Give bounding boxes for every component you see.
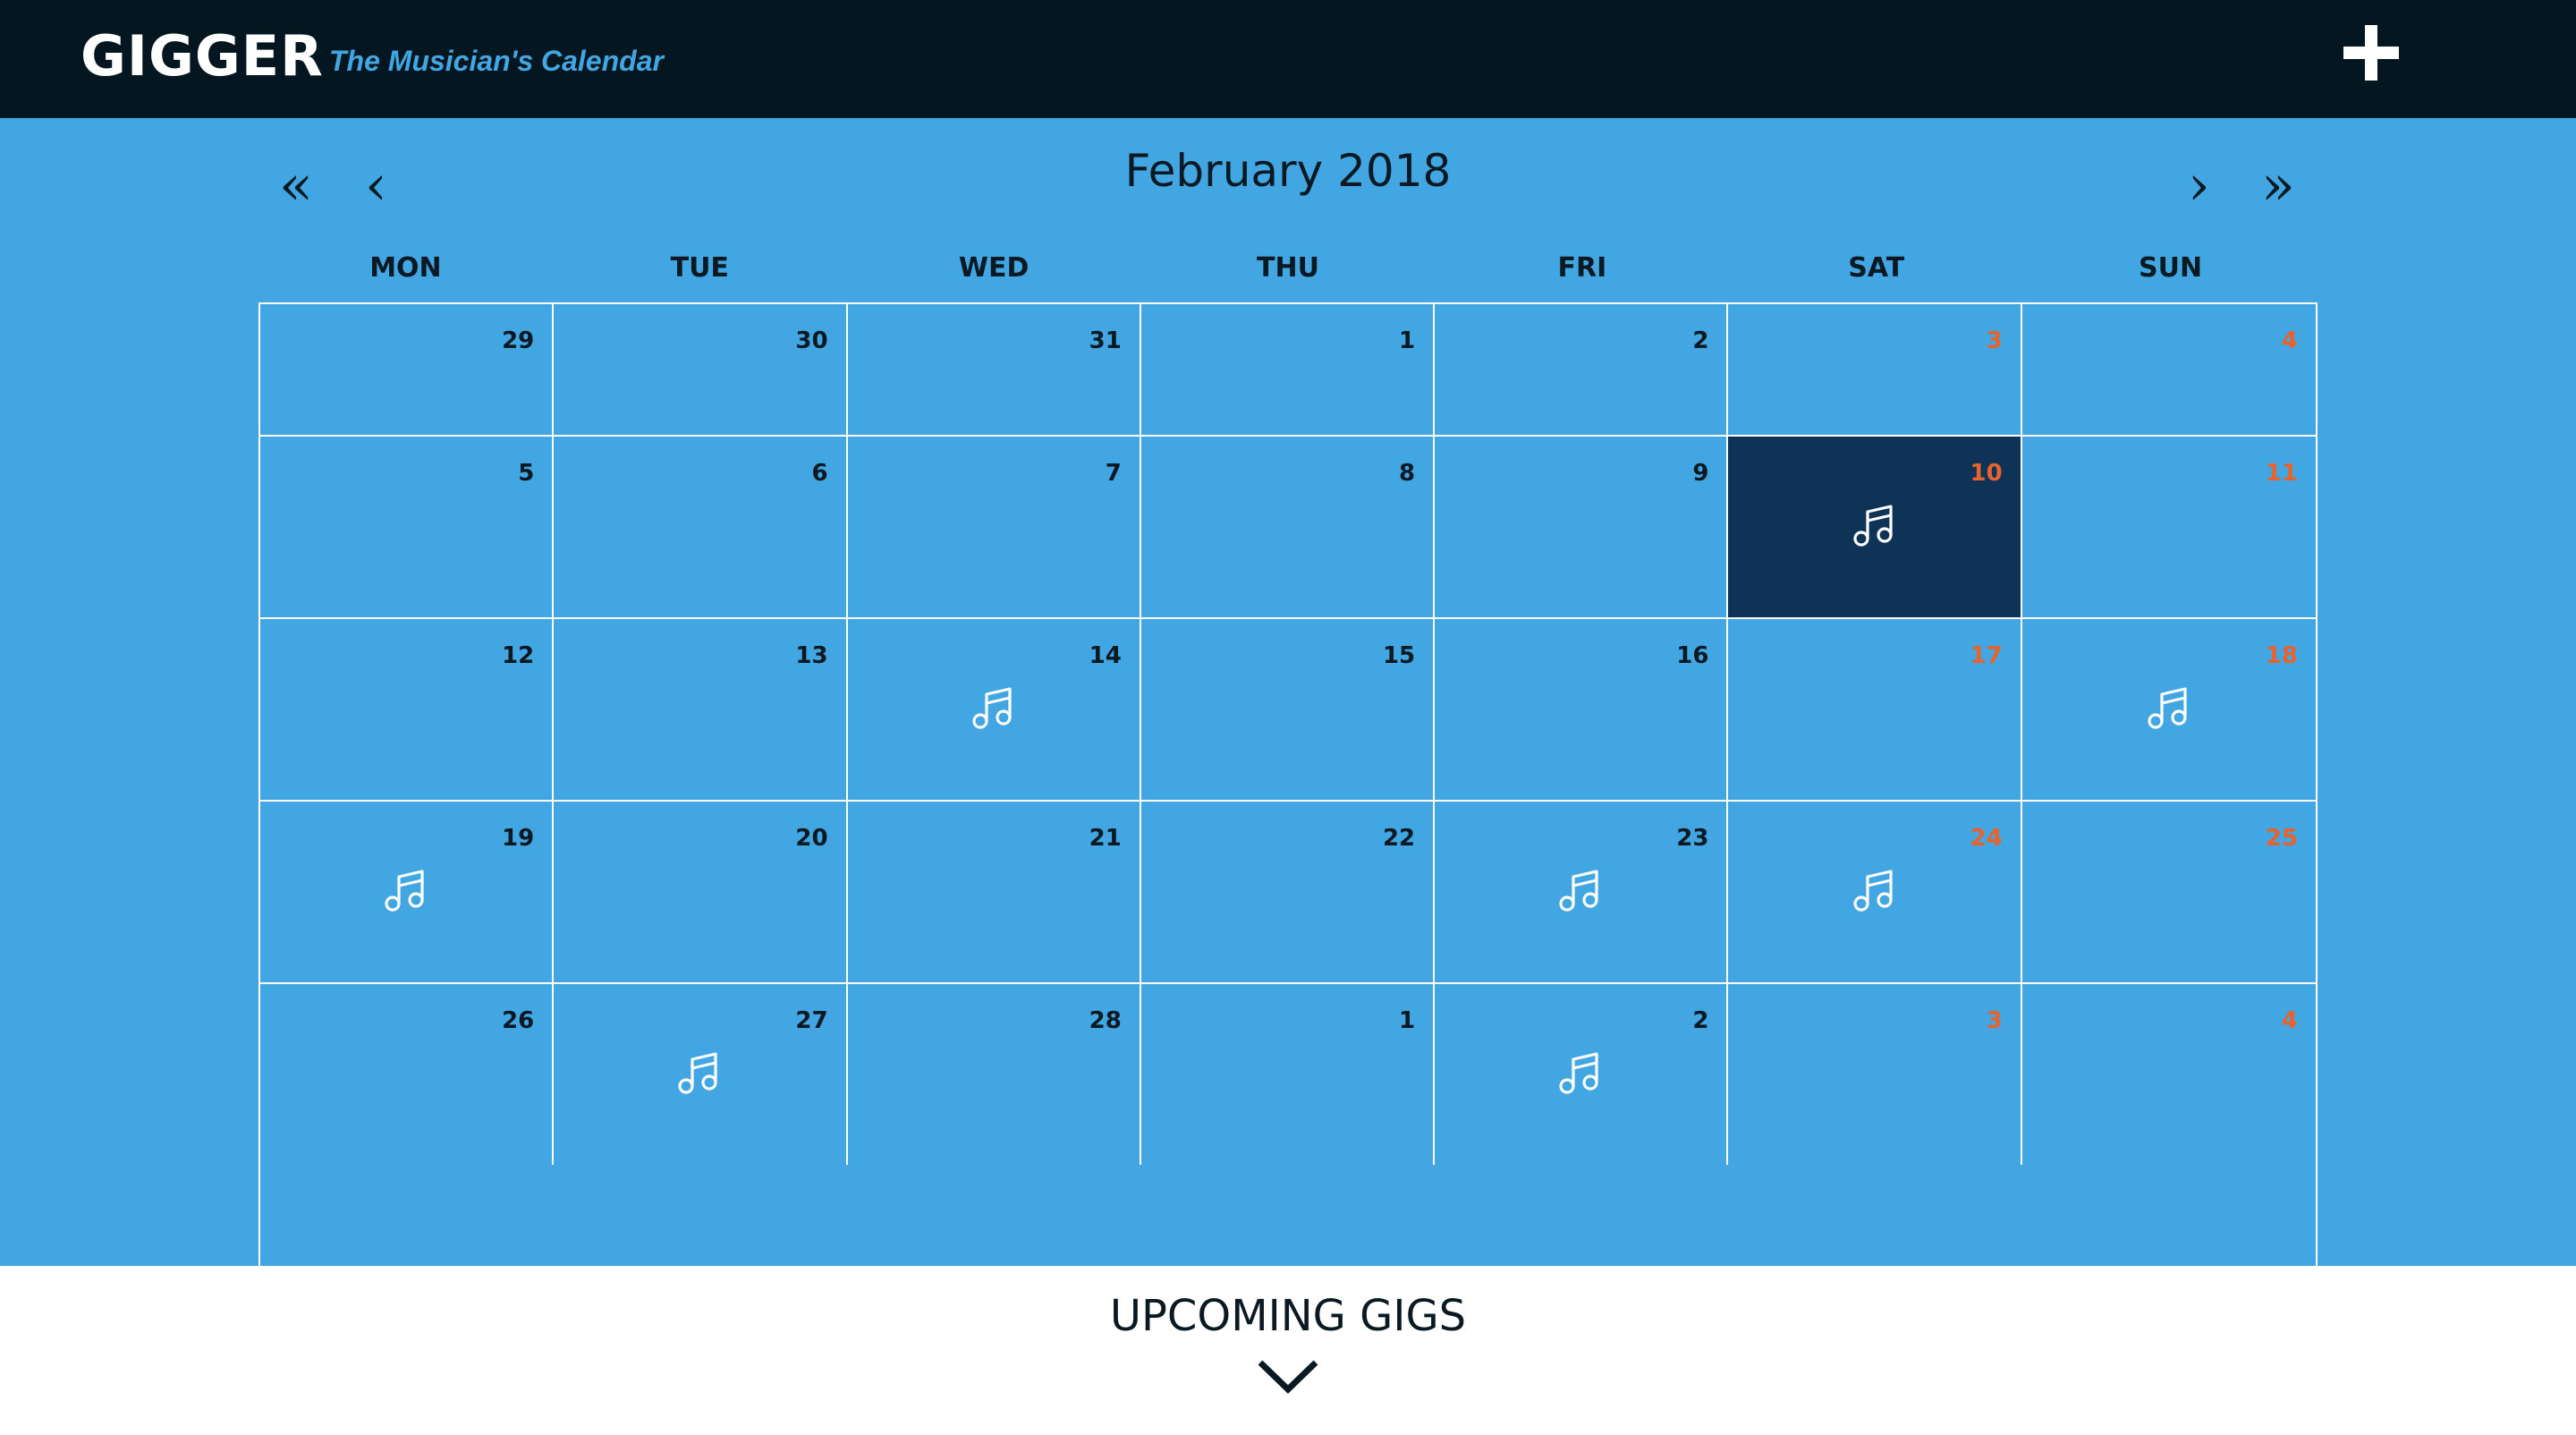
music-note-icon[interactable] bbox=[1850, 866, 1900, 916]
calendar-day-cell[interactable]: 18 bbox=[2021, 619, 2316, 802]
upcoming-gigs-section: UPCOMING GIGS bbox=[0, 1266, 2576, 1435]
music-note-icon[interactable] bbox=[969, 684, 1019, 734]
expand-upcoming-button[interactable] bbox=[1257, 1359, 1319, 1395]
calendar-day-cell[interactable]: 3 bbox=[1728, 304, 2022, 437]
calendar-day-cell[interactable]: 10 bbox=[1728, 437, 2022, 619]
day-number: 27 bbox=[795, 1007, 828, 1034]
calendar-day-cell[interactable]: 13 bbox=[554, 619, 848, 802]
calendar-day-cell[interactable]: 4 bbox=[2022, 984, 2316, 1165]
day-number: 31 bbox=[1089, 327, 1122, 354]
day-number: 24 bbox=[1970, 825, 2003, 852]
day-number: 4 bbox=[2281, 1007, 2298, 1034]
upcoming-gigs-title: UPCOMING GIGS bbox=[1109, 1291, 1467, 1341]
app-tagline: The Musician's Calendar bbox=[329, 45, 664, 77]
day-number: 17 bbox=[1970, 642, 2003, 669]
app-logo[interactable]: GIGGER bbox=[80, 23, 324, 89]
day-number: 19 bbox=[502, 825, 535, 852]
chevron-down-icon bbox=[1258, 1360, 1318, 1394]
calendar-day-cell[interactable]: 6 bbox=[554, 437, 848, 619]
calendar-day-cell[interactable]: 15 bbox=[1140, 619, 1436, 802]
day-number: 20 bbox=[795, 825, 828, 852]
day-number: 3 bbox=[1986, 1007, 2003, 1034]
calendar-day-cell[interactable]: 2 bbox=[1435, 304, 1729, 437]
day-number: 11 bbox=[2265, 460, 2298, 487]
calendar-day-cell[interactable]: 17 bbox=[1728, 619, 2022, 802]
day-number: 1 bbox=[1399, 327, 1416, 354]
music-note-icon[interactable] bbox=[1850, 501, 1900, 551]
calendar-day-cell[interactable]: 1 bbox=[1140, 304, 1436, 437]
day-number: 4 bbox=[2281, 327, 2298, 354]
day-number: 22 bbox=[1382, 825, 1416, 852]
weekday-label: SAT bbox=[1848, 252, 1905, 284]
calendar-day-cell[interactable]: 24 bbox=[1728, 802, 2022, 984]
weekday-label: SUN bbox=[2139, 252, 2203, 284]
calendar-day-cell[interactable]: 21 bbox=[847, 802, 1141, 984]
day-number: 6 bbox=[811, 460, 828, 487]
calendar-day-cell[interactable]: 19 bbox=[260, 802, 555, 984]
music-note-icon[interactable] bbox=[674, 1049, 724, 1099]
next-month-button[interactable]: › bbox=[2188, 154, 2210, 217]
calendar-day-cell[interactable]: 3 bbox=[1728, 984, 2022, 1165]
day-number: 13 bbox=[795, 642, 828, 669]
calendar-day-cell[interactable]: 14 bbox=[847, 619, 1141, 802]
calendar-day-cell[interactable]: 16 bbox=[1435, 619, 1729, 802]
calendar-day-cell[interactable]: 1 bbox=[1141, 984, 1436, 1165]
day-number: 5 bbox=[518, 460, 535, 487]
music-note-icon[interactable] bbox=[2144, 684, 2194, 734]
calendar-day-cell[interactable]: 28 bbox=[848, 984, 1141, 1165]
app-header: GIGGER The Musician's Calendar bbox=[0, 0, 2576, 118]
calendar-day-cell[interactable]: 7 bbox=[847, 437, 1141, 619]
music-note-icon[interactable] bbox=[1555, 1049, 1606, 1099]
day-number: 30 bbox=[795, 327, 828, 354]
calendar-day-cell[interactable]: 22 bbox=[1140, 802, 1436, 984]
day-number: 16 bbox=[1676, 642, 1709, 669]
weekday-label: THU bbox=[1257, 252, 1319, 284]
day-number: 9 bbox=[1692, 460, 1709, 487]
next-year-button[interactable]: » bbox=[2261, 154, 2295, 217]
day-number: 15 bbox=[1382, 642, 1416, 669]
day-number: 28 bbox=[1089, 1007, 1122, 1034]
day-number: 18 bbox=[2265, 642, 2298, 669]
calendar-day-cell[interactable]: 29 bbox=[260, 304, 555, 437]
calendar-day-cell[interactable]: 25 bbox=[2021, 802, 2316, 984]
day-number: 10 bbox=[1970, 460, 2003, 487]
day-number: 1 bbox=[1399, 1007, 1416, 1034]
calendar-day-cell[interactable]: 2 bbox=[1435, 984, 1729, 1165]
calendar-day-cell[interactable]: 27 bbox=[554, 984, 848, 1165]
calendar-day-cell[interactable]: 23 bbox=[1435, 802, 1729, 984]
music-note-icon[interactable] bbox=[381, 866, 431, 916]
weekday-label: MON bbox=[369, 252, 442, 284]
day-number: 2 bbox=[1692, 1007, 1709, 1034]
music-note-icon[interactable] bbox=[1555, 866, 1606, 916]
day-number: 26 bbox=[502, 1007, 535, 1034]
day-number: 14 bbox=[1089, 642, 1122, 669]
calendar-day-cell[interactable]: 5 bbox=[260, 437, 555, 619]
calendar-day-cell[interactable]: 31 bbox=[847, 304, 1141, 437]
day-number: 23 bbox=[1676, 825, 1709, 852]
calendar-day-cell[interactable]: 12 bbox=[260, 619, 555, 802]
day-number: 8 bbox=[1399, 460, 1416, 487]
day-number: 21 bbox=[1089, 825, 1122, 852]
calendar-day-cell[interactable]: 20 bbox=[554, 802, 848, 984]
day-number: 7 bbox=[1105, 460, 1122, 487]
calendar-day-cell[interactable]: 30 bbox=[554, 304, 848, 437]
weekday-label: WED bbox=[958, 252, 1030, 284]
day-number: 12 bbox=[502, 642, 535, 669]
calendar-day-cell[interactable]: 8 bbox=[1140, 437, 1436, 619]
weekday-header: MON TUE WED THU FRI SAT SUN bbox=[258, 252, 2318, 288]
weekday-label: FRI bbox=[1557, 252, 1607, 284]
calendar-day-cell[interactable]: 9 bbox=[1435, 437, 1729, 619]
calendar-section: « ‹ February 2018 › » MON TUE WED THU FR… bbox=[0, 118, 2576, 1281]
calendar-day-cell[interactable]: 4 bbox=[2021, 304, 2316, 437]
add-gig-button[interactable] bbox=[2343, 25, 2399, 81]
calendar-day-cell[interactable]: 26 bbox=[260, 984, 555, 1165]
weekday-label: TUE bbox=[670, 252, 729, 284]
day-number: 29 bbox=[502, 327, 535, 354]
day-number: 3 bbox=[1986, 327, 2003, 354]
calendar-grid: 29 30 31 1 2 3 4 5 6 7 8 9 10 11 12 13 14 15 16 17 18 19 20 21 2… bbox=[258, 302, 2318, 1281]
day-number: 2 bbox=[1692, 327, 1709, 354]
calendar-day-cell[interactable]: 11 bbox=[2021, 437, 2316, 619]
day-number: 25 bbox=[2265, 825, 2298, 852]
